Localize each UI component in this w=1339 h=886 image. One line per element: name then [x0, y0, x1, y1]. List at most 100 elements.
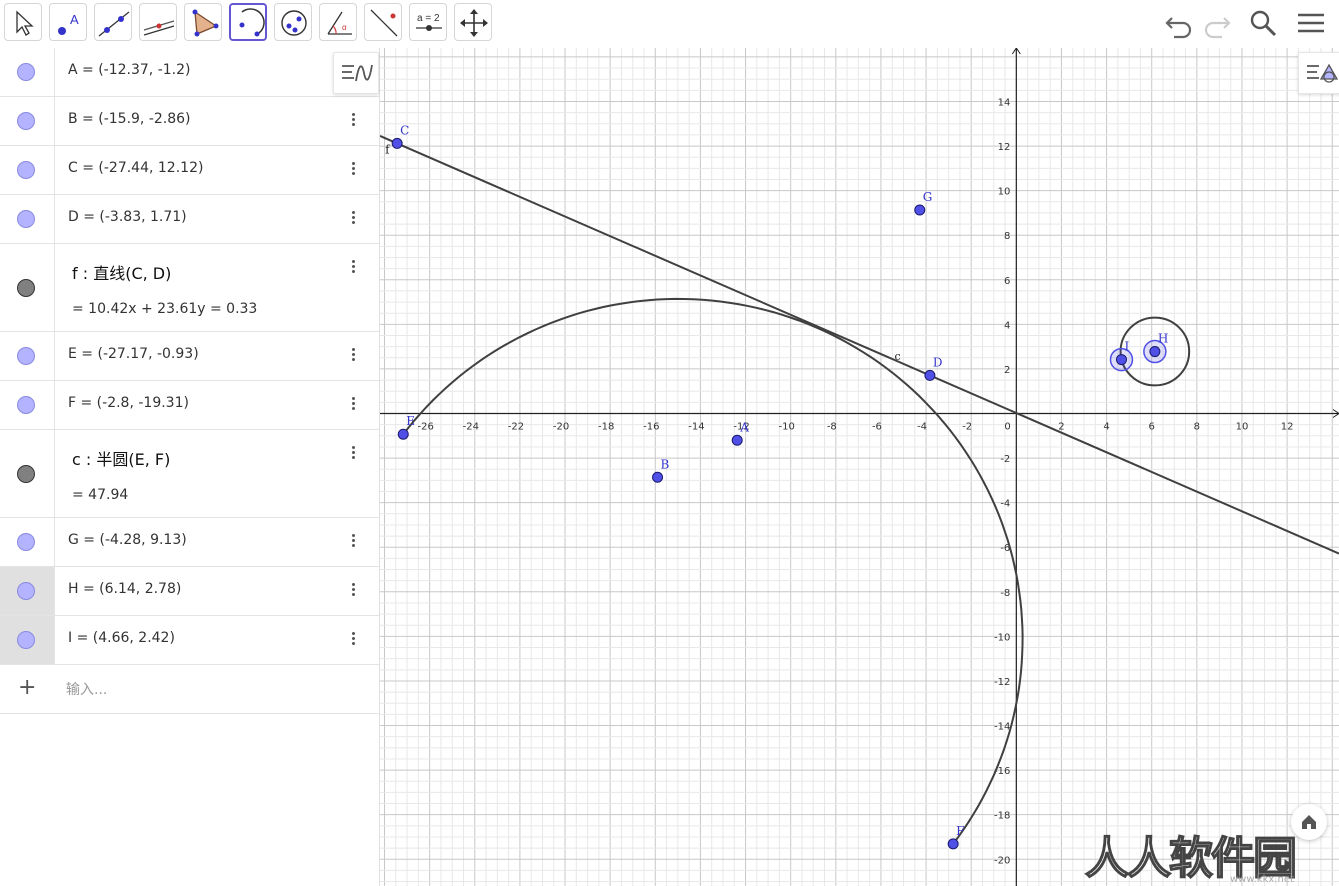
visibility-toggle[interactable]	[0, 97, 55, 145]
more-options-icon[interactable]	[346, 581, 360, 601]
point-tool-button[interactable]: A	[49, 3, 87, 41]
graphics-style-bar-button[interactable]	[1298, 52, 1339, 94]
conic-tool-button[interactable]	[274, 3, 312, 41]
point-marker[interactable]	[731, 434, 743, 446]
y-tick-label: -18	[994, 811, 1010, 822]
algebra-input-row[interactable]: + 输入...	[0, 665, 379, 714]
visibility-marker-icon	[17, 631, 35, 649]
perpendicular-tool-button[interactable]	[139, 3, 177, 41]
y-tick-label: -4	[1000, 499, 1010, 510]
line-label-f: f	[385, 142, 391, 156]
point-label-A: A	[739, 420, 749, 434]
visibility-toggle[interactable]	[0, 195, 55, 243]
y-tick-label: -8	[1000, 588, 1010, 599]
more-options-icon[interactable]	[346, 160, 360, 180]
x-tick-label: -18	[598, 422, 614, 433]
visibility-toggle[interactable]	[0, 146, 55, 194]
visibility-toggle[interactable]	[0, 381, 55, 429]
algebra-row-f[interactable]: f : 直线(C, D) = 10.42x + 23.61y = 0.33	[0, 244, 379, 332]
point-marker[interactable]	[652, 471, 664, 483]
visibility-marker-icon	[17, 533, 35, 551]
point-F[interactable]: F	[947, 824, 964, 850]
search-icon	[1250, 10, 1277, 37]
undo-button[interactable]	[1160, 4, 1198, 42]
definition-text: B = (-15.9, -2.86)	[68, 111, 191, 127]
point-marker[interactable]	[1149, 346, 1161, 358]
point-marker[interactable]	[914, 204, 926, 216]
visibility-toggle[interactable]	[0, 518, 55, 566]
algebra-row-H[interactable]: H = (6.14, 2.78)	[0, 567, 379, 616]
y-tick-label: 14	[998, 97, 1011, 108]
algebra-row-B[interactable]: B = (-15.9, -2.86)	[0, 97, 379, 146]
definition-text: E = (-27.17, -0.93)	[68, 346, 199, 362]
algebra-row-C[interactable]: C = (-27.44, 12.12)	[0, 146, 379, 195]
visibility-toggle[interactable]	[0, 616, 55, 664]
home-button[interactable]	[1291, 804, 1327, 840]
point-D[interactable]: D	[924, 355, 943, 381]
line-f[interactable]	[380, 135, 1339, 555]
move-tool-icon	[16, 10, 34, 36]
algebra-input[interactable]: 输入...	[66, 679, 107, 699]
more-options-icon[interactable]	[346, 395, 360, 415]
algebra-row-A[interactable]: A = (-12.37, -1.2)	[0, 48, 379, 97]
hamburger-menu-icon	[1298, 13, 1324, 33]
conic-tool-icon	[281, 10, 307, 36]
more-options-icon[interactable]	[346, 630, 360, 650]
y-tick-label: 10	[998, 187, 1011, 198]
point-label-F: F	[956, 824, 964, 838]
value-text: = 10.42x + 23.61y = 0.33	[72, 301, 258, 317]
definition-text: H = (6.14, 2.78)	[68, 581, 182, 597]
home-icon	[1302, 815, 1316, 829]
algebra-row-E[interactable]: E = (-27.17, -0.93)	[0, 332, 379, 381]
x-tick-label: 4	[1103, 422, 1109, 433]
point-marker[interactable]	[397, 428, 409, 440]
visibility-toggle[interactable]	[0, 244, 55, 331]
algebra-row-I[interactable]: I = (4.66, 2.42)	[0, 616, 379, 665]
y-tick-label: -2	[1000, 454, 1010, 465]
point-label-H: H	[1158, 332, 1168, 346]
polygon-tool-button[interactable]	[184, 3, 222, 41]
x-tick-label: -24	[463, 422, 479, 433]
angle-tool-button[interactable]: α	[319, 3, 357, 41]
y-tick-label: 2	[1004, 365, 1010, 376]
reflect-tool-button[interactable]	[364, 3, 402, 41]
algebra-row-F[interactable]: F = (-2.8, -19.31)	[0, 381, 379, 430]
more-options-icon[interactable]	[346, 258, 360, 278]
visibility-marker-icon	[17, 582, 35, 600]
more-options-icon[interactable]	[346, 111, 360, 131]
more-options-icon[interactable]	[346, 532, 360, 552]
more-options-icon[interactable]	[346, 346, 360, 366]
redo-button[interactable]	[1198, 4, 1236, 42]
point-marker[interactable]	[391, 137, 403, 149]
graphics-canvas[interactable]: -26 -24 -22 -20 -18 -16 -14 -12 -10 -8 -6 -4 -2 2 4 6 8 1…	[380, 48, 1339, 886]
x-tick-label: -20	[553, 422, 569, 433]
graphics-view[interactable]: -26 -24 -22 -20 -18 -16 -14 -12 -10 -8 -6 -4 -2 2 4 6 8 1…	[380, 48, 1339, 886]
algebra-row-D[interactable]: D = (-3.83, 1.71)	[0, 195, 379, 244]
visibility-toggle[interactable]	[0, 430, 55, 517]
visibility-toggle[interactable]	[0, 332, 55, 380]
algebra-row-G[interactable]: G = (-4.28, 9.13)	[0, 518, 379, 567]
algebra-style-bar-button[interactable]	[333, 52, 379, 94]
move-tool-button[interactable]	[4, 3, 42, 41]
main-menu-button[interactable]	[1292, 4, 1330, 42]
semicircle-tool-button[interactable]	[229, 3, 267, 41]
reflect-tool-icon	[370, 9, 398, 37]
plus-icon[interactable]: +	[18, 675, 36, 700]
point-marker[interactable]	[1115, 354, 1127, 366]
algebra-row-c[interactable]: c : 半圆(E, F) = 47.94	[0, 430, 379, 518]
line-tool-button[interactable]	[94, 3, 132, 41]
line-tool-icon	[98, 11, 130, 37]
slider-tool-button[interactable]: a = 2	[409, 3, 447, 41]
visibility-toggle[interactable]	[0, 48, 55, 96]
point-G[interactable]: G	[914, 190, 933, 216]
visibility-marker-icon	[17, 396, 35, 414]
point-label-I: I	[1124, 340, 1129, 354]
more-options-icon[interactable]	[346, 209, 360, 229]
move-view-tool-button[interactable]	[454, 3, 492, 41]
more-options-icon[interactable]	[346, 444, 360, 464]
point-marker[interactable]	[924, 369, 936, 381]
visibility-toggle[interactable]	[0, 567, 55, 615]
point-H[interactable]: H	[1143, 332, 1168, 364]
search-button[interactable]	[1244, 4, 1282, 42]
point-marker[interactable]	[947, 838, 959, 850]
